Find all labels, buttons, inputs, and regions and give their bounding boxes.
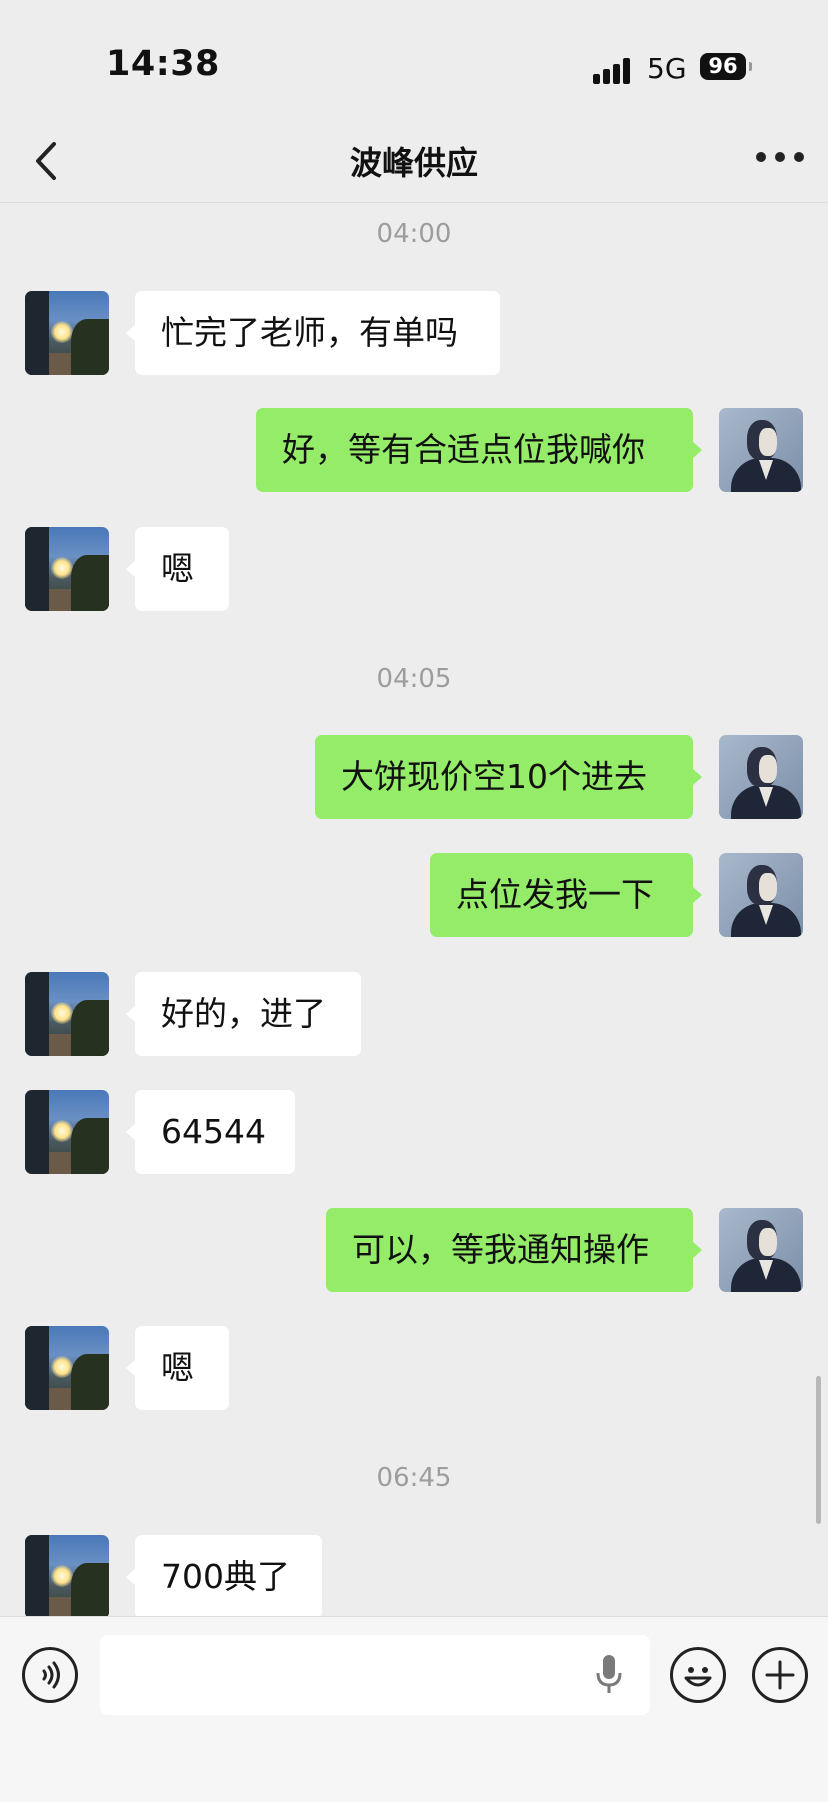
message-bubble-incoming[interactable]: 700典了 — [126, 1535, 322, 1619]
mic-icon[interactable] — [594, 1653, 624, 1695]
message-bubble-incoming[interactable]: 嗯 — [126, 1326, 229, 1410]
timestamp: 04:05 — [376, 664, 452, 694]
my-avatar[interactable] — [719, 408, 803, 492]
emoji-button[interactable] — [670, 1647, 726, 1703]
message-bubble-incoming[interactable]: 好的，进了 — [126, 972, 361, 1056]
timestamp: 04:00 — [376, 219, 452, 249]
more-button[interactable] — [756, 152, 804, 166]
timestamp: 06:45 — [376, 1463, 452, 1493]
contact-avatar[interactable] — [25, 1090, 109, 1174]
input-bar — [0, 1616, 828, 1802]
message-bubble-outgoing[interactable]: 大饼现价空10个进去 — [315, 735, 702, 819]
contact-avatar[interactable] — [25, 291, 109, 375]
message-bubble-outgoing[interactable]: 点位发我一下 — [430, 853, 702, 937]
plus-icon — [765, 1660, 795, 1690]
my-avatar[interactable] — [719, 853, 803, 937]
network-type: 5G — [647, 52, 687, 85]
contact-avatar[interactable] — [25, 1535, 109, 1619]
contact-avatar[interactable] — [25, 527, 109, 611]
chat-title: 波峰供应 — [349, 144, 478, 182]
message-bubble-incoming[interactable]: 嗯 — [126, 527, 229, 611]
status-bar: 14:38 5G 96 — [0, 0, 828, 120]
chat-header: 波峰供应 — [0, 120, 828, 203]
battery-tip — [749, 62, 752, 71]
contact-avatar[interactable] — [25, 972, 109, 1056]
voice-button[interactable] — [22, 1647, 78, 1703]
emoji-icon — [684, 1667, 712, 1687]
more-horizontal-icon — [756, 152, 766, 162]
signal-icon — [593, 56, 637, 84]
message-bubble-outgoing[interactable]: 可以，等我通知操作 — [326, 1208, 702, 1292]
my-avatar[interactable] — [719, 735, 803, 819]
voice-icon — [42, 1661, 60, 1689]
plus-button[interactable] — [752, 1647, 808, 1703]
contact-avatar[interactable] — [25, 1326, 109, 1410]
status-time: 14:38 — [106, 44, 220, 84]
my-avatar[interactable] — [719, 1208, 803, 1292]
scrollbar[interactable] — [816, 1376, 821, 1524]
message-input[interactable] — [100, 1635, 650, 1715]
message-bubble-incoming[interactable]: 忙完了老师，有单吗 — [126, 291, 500, 375]
battery-icon: 96 — [700, 53, 746, 80]
message-bubble-outgoing[interactable]: 好，等有合适点位我喊你 — [256, 408, 702, 492]
message-bubble-incoming[interactable]: 64544 — [126, 1090, 295, 1174]
